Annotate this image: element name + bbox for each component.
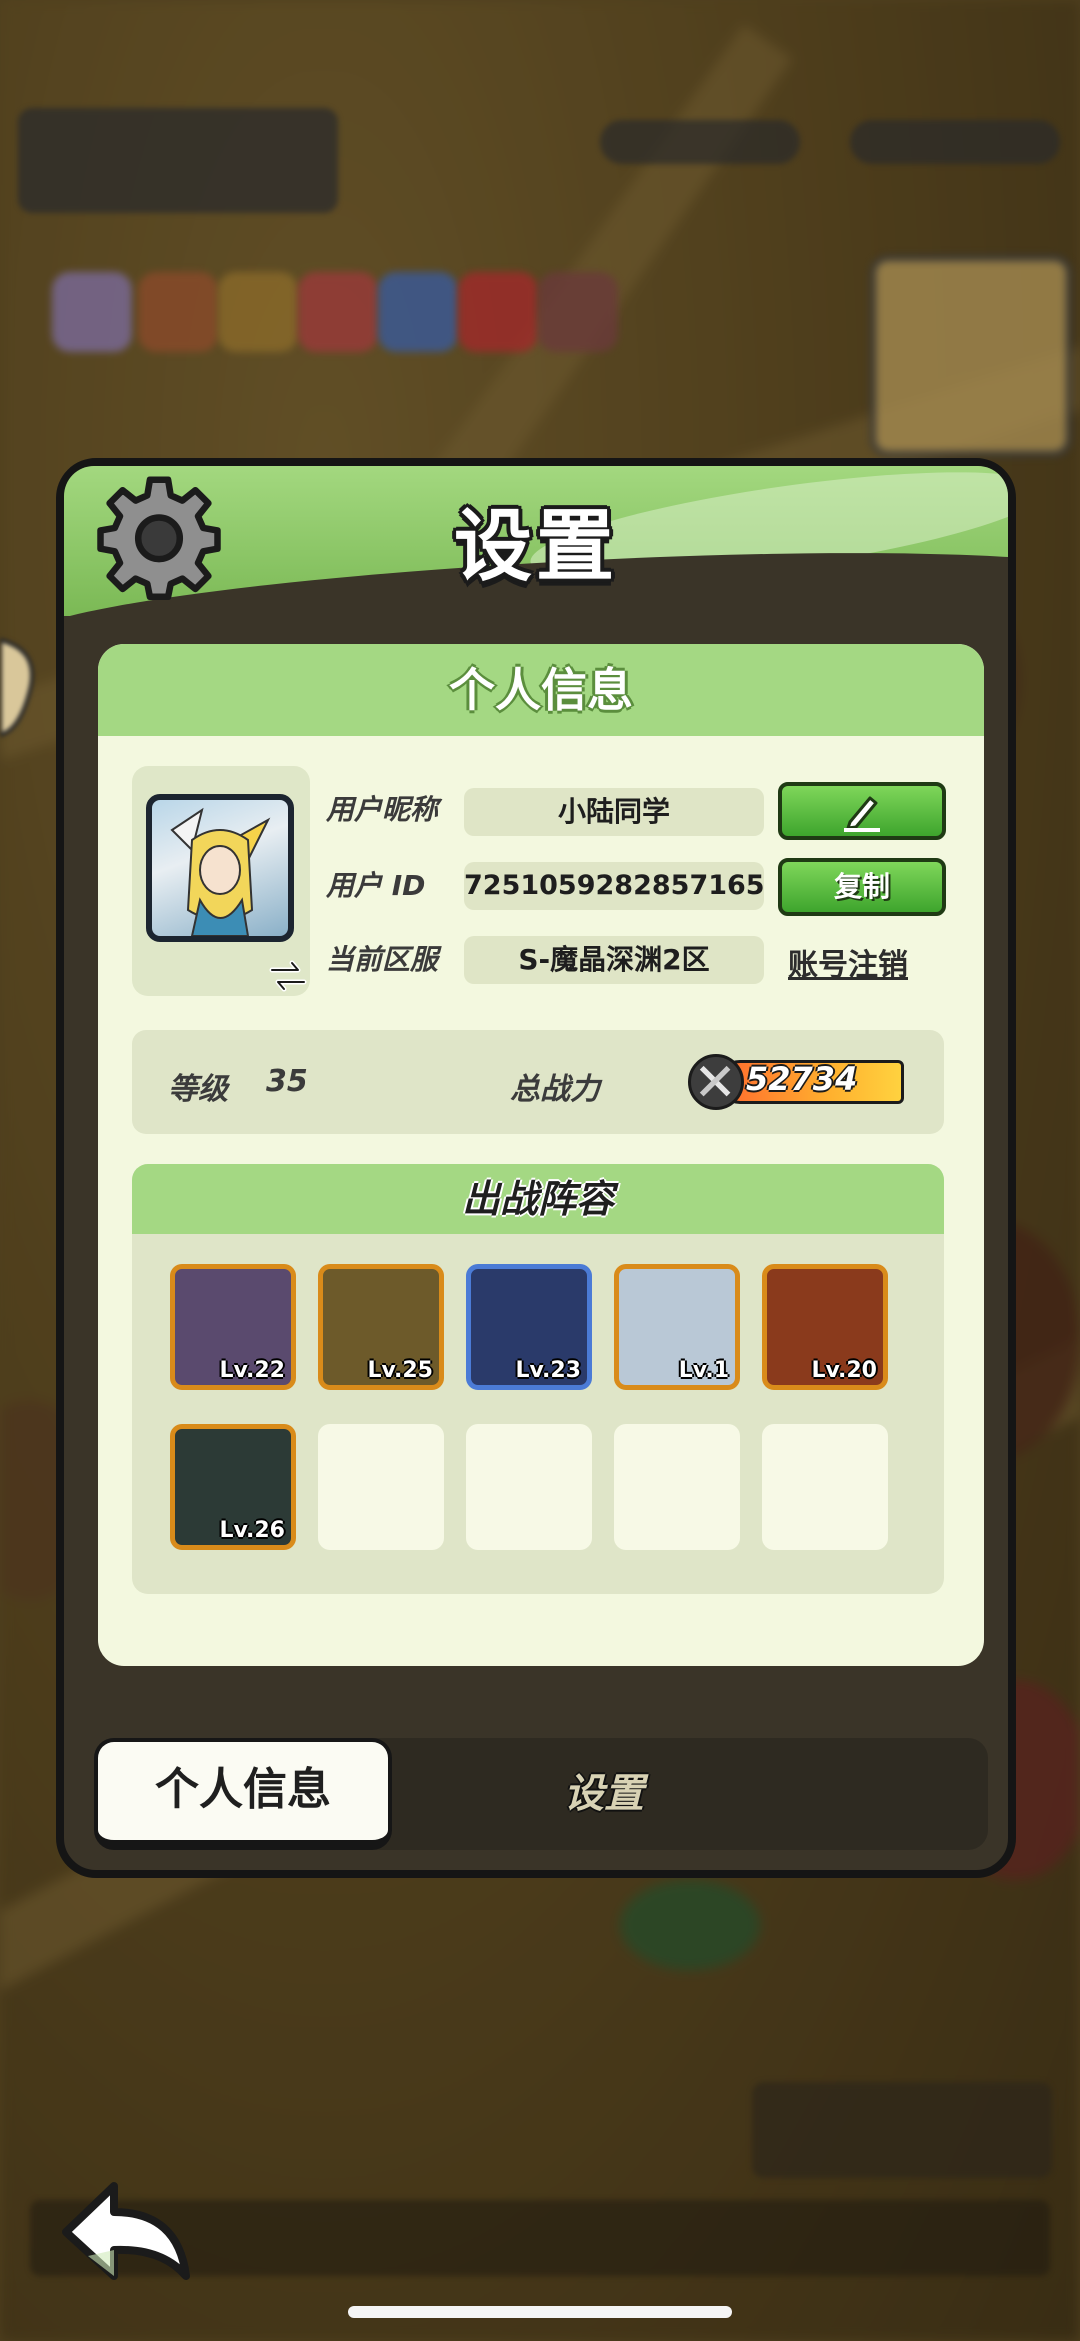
dialog-tabs: 个人信息 设置: [94, 1738, 988, 1850]
minimap: [870, 255, 1072, 457]
hero-level: Lv.1: [678, 1358, 729, 1383]
event-icon: [458, 272, 538, 352]
tab-profile[interactable]: 个人信息: [94, 1738, 392, 1850]
profile-card-title: 个人信息: [98, 644, 984, 736]
pencil-icon: [844, 796, 880, 832]
side-character-icon: [0, 637, 34, 738]
empty-hero-slot[interactable]: [762, 1424, 888, 1550]
event-icon: [538, 272, 618, 352]
profile-card: 个人信息 用户昵称 小陆同学 用户 ID 7251059282857165 复制…: [98, 644, 984, 1666]
tab-settings[interactable]: 设置: [474, 1738, 734, 1850]
power-badge: 52734: [688, 1050, 914, 1114]
cancel-account-link[interactable]: 账号注销: [788, 940, 908, 984]
level-label: 等级: [168, 1072, 228, 1107]
swap-arrow-icon[interactable]: [268, 958, 308, 994]
hero-level: Lv.20: [811, 1358, 877, 1383]
event-icon: [378, 272, 458, 352]
empty-hero-slot[interactable]: [318, 1424, 444, 1550]
power-value: 52734: [746, 1060, 858, 1098]
resource-bar: [850, 120, 1060, 164]
user-id-label: 用户 ID: [326, 869, 426, 902]
mission-panel: [752, 2082, 1052, 2178]
copy-id-button[interactable]: 复制: [778, 858, 946, 916]
level-value: 35: [266, 1064, 308, 1099]
lineup-panel: 出战阵容 Lv.22 Lv.25 Lv.23 Lv.1 Lv.20 Lv.26: [132, 1164, 944, 1594]
user-id-field: 7251059282857165: [464, 862, 765, 910]
empty-hero-slot[interactable]: [614, 1424, 740, 1550]
event-icon: [52, 272, 132, 352]
hero-slot[interactable]: Lv.26: [170, 1424, 296, 1550]
hero-slot[interactable]: Lv.22: [170, 1264, 296, 1390]
avatar-container: [132, 766, 310, 996]
hero-slot[interactable]: Lv.23: [466, 1264, 592, 1390]
hero-level: Lv.22: [219, 1358, 285, 1383]
crossed-swords-icon: [688, 1054, 744, 1110]
dialog-title: 设置: [453, 502, 618, 592]
hero-slot[interactable]: Lv.1: [614, 1264, 740, 1390]
hero-level: Lv.25: [367, 1358, 433, 1383]
avatar[interactable]: [146, 794, 294, 942]
player-hud: [18, 108, 338, 213]
edit-nickname-button[interactable]: [778, 782, 946, 840]
event-icon: [298, 272, 378, 352]
hero-level: Lv.23: [515, 1358, 581, 1383]
power-label: 总战力: [510, 1072, 600, 1107]
settings-dialog: 设置 个人信息 用户昵称 小陆同学 用户 ID 7251059282857165…: [56, 458, 1016, 1878]
nickname-field: 小陆同学: [464, 788, 764, 836]
event-icon: [218, 272, 298, 352]
hero-portrait: [170, 807, 271, 936]
stats-bar: 等级 35 总战力 52734: [132, 1030, 944, 1134]
hero-slot[interactable]: Lv.25: [318, 1264, 444, 1390]
back-arrow-icon[interactable]: [58, 2176, 194, 2286]
server-field: S-魔晶深渊2区: [464, 936, 764, 984]
server-label: 当前区服: [326, 943, 439, 976]
empty-hero-slot[interactable]: [466, 1424, 592, 1550]
hero-level: Lv.26: [219, 1518, 285, 1543]
home-indicator: [348, 2306, 732, 2318]
event-icon: [138, 272, 218, 352]
nickname-label: 用户昵称: [326, 793, 439, 826]
lineup-title: 出战阵容: [132, 1164, 944, 1234]
resource-bar: [600, 120, 800, 164]
hero-slot[interactable]: Lv.20: [762, 1264, 888, 1390]
